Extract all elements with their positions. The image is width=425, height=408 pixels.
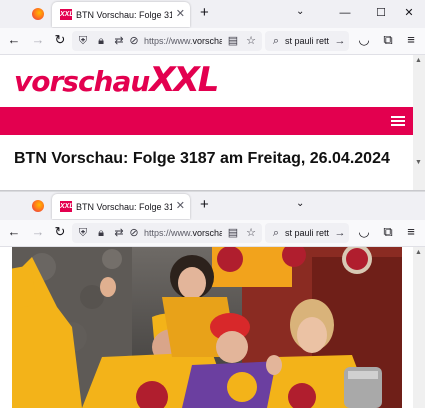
tab-bar: XXL BTN Vorschau: Folge 3187 am Fr ✕ + ⌄… [0, 0, 425, 28]
pocket-icon[interactable]: ◡ [356, 32, 372, 48]
arrow-left-icon[interactable]: ← [6, 224, 22, 240]
site-nav-bar [0, 107, 413, 135]
pocket-icon[interactable]: ◡ [356, 224, 372, 240]
scroll-down-icon[interactable]: ▼ [415, 159, 422, 167]
search-go-icon[interactable]: → [333, 225, 347, 241]
tab-title: BTN Vorschau: Folge 3187 am Fr [76, 10, 172, 20]
site-logo[interactable]: vorschauXXL [14, 60, 219, 100]
search-bar[interactable]: ⌕ st pauli rett → [265, 31, 349, 51]
search-icon: ⌕ [272, 35, 280, 47]
firefox-logo-icon[interactable] [32, 8, 44, 20]
hamburger-icon[interactable]: ≡ [403, 32, 419, 48]
tracking-blocked-icon[interactable]: ⊘ [127, 33, 141, 49]
page-title: BTN Vorschau: Folge 3187 am Freitag, 26.… [14, 150, 390, 167]
tab-title: BTN Vorschau: Folge 3187 am Fr [76, 202, 172, 212]
page-content [0, 247, 413, 408]
lock-icon[interactable]: 🔒︎ [94, 33, 108, 49]
reload-icon[interactable]: ↻ [52, 224, 68, 240]
chevron-down-icon[interactable]: ⌄ [296, 198, 304, 209]
search-input[interactable]: st pauli rett [285, 227, 335, 239]
hamburger-icon[interactable] [391, 116, 405, 127]
url-bar[interactable]: ⛨ 🔒︎ ⇄ ⊘ https://www.vorscha ▤ ☆ [72, 223, 262, 243]
scrollbar[interactable]: ▲ [413, 247, 425, 408]
permissions-icon[interactable]: ⇄ [112, 33, 126, 49]
plus-icon[interactable]: + [200, 197, 209, 213]
hamburger-icon[interactable]: ≡ [403, 224, 419, 240]
page-content: vorschauXXL BTN Vorschau: Folge 3187 am … [0, 55, 413, 190]
reader-view-icon[interactable]: ▤ [226, 225, 240, 241]
close-icon[interactable]: ✕ [176, 8, 185, 20]
search-bar[interactable]: ⌕ st pauli rett → [265, 223, 349, 243]
navigation-bar: ← → ↻ ⛨ 🔒︎ ⇄ ⊘ https://www.vorscha ▤ ☆ ⌕… [0, 220, 425, 247]
chevron-down-icon[interactable]: ⌄ [296, 6, 304, 17]
arrow-left-icon[interactable]: ← [6, 32, 22, 48]
navigation-bar: ← → ↻ ⛨ 🔒︎ ⇄ ⊘ https://www.vorscha ▤ ☆ ⌕… [0, 28, 425, 55]
minimize-icon[interactable]: — [336, 4, 354, 22]
maximize-icon[interactable]: ☐ [372, 4, 390, 22]
favicon-icon: XXL [60, 201, 74, 212]
favicon-icon: XXL [60, 9, 74, 20]
url-bar[interactable]: ⛨ 🔒︎ ⇄ ⊘ https://www.vorscha ▤ ☆ [72, 31, 262, 51]
star-icon[interactable]: ☆ [244, 33, 258, 49]
puzzle-icon[interactable]: ⧉ [380, 224, 396, 240]
search-input[interactable]: st pauli rett [285, 35, 335, 47]
arrow-right-icon[interactable]: → [30, 224, 46, 240]
scrollbar[interactable]: ▲ ▼ [413, 55, 425, 190]
scroll-up-icon[interactable]: ▲ [415, 57, 422, 65]
tab-bar: XXL BTN Vorschau: Folge 3187 am Fr ✕ + ⌄ [0, 192, 425, 220]
shield-icon[interactable]: ⛨ [76, 33, 90, 49]
browser-window-2: XXL BTN Vorschau: Folge 3187 am Fr ✕ + ⌄… [0, 192, 425, 408]
window-close-icon[interactable]: ✕ [400, 4, 418, 22]
url-text[interactable]: https://www.vorscha [144, 35, 222, 47]
shield-icon[interactable]: ⛨ [76, 225, 90, 241]
url-host: vorscha [192, 228, 222, 238]
search-go-icon[interactable]: → [333, 33, 347, 49]
firefox-logo-icon[interactable] [32, 200, 44, 212]
badge-icon [217, 247, 243, 272]
puzzle-icon[interactable]: ⧉ [380, 32, 396, 48]
close-icon[interactable]: ✕ [176, 200, 185, 212]
search-icon: ⌕ [272, 227, 280, 239]
logo-xxl: XXL [149, 60, 219, 100]
scroll-up-icon[interactable]: ▲ [415, 249, 422, 257]
arrow-right-icon[interactable]: → [30, 32, 46, 48]
tab-active[interactable]: XXL BTN Vorschau: Folge 3187 am Fr ✕ [52, 2, 190, 27]
tab-active[interactable]: XXL BTN Vorschau: Folge 3187 am Fr ✕ [52, 194, 190, 219]
url-prefix: https://www. [144, 36, 193, 46]
url-host: vorscha [192, 36, 222, 46]
lock-icon[interactable]: 🔒︎ [94, 225, 108, 241]
url-text[interactable]: https://www.vorscha [144, 227, 222, 239]
url-prefix: https://www. [144, 228, 193, 238]
browser-window-1: XXL BTN Vorschau: Folge 3187 am Fr ✕ + ⌄… [0, 0, 425, 191]
reader-view-icon[interactable]: ▤ [226, 33, 240, 49]
plus-icon[interactable]: + [200, 5, 209, 21]
tracking-blocked-icon[interactable]: ⊘ [127, 225, 141, 241]
star-icon[interactable]: ☆ [244, 225, 258, 241]
permissions-icon[interactable]: ⇄ [112, 225, 126, 241]
logo-text: vorschau [14, 65, 150, 98]
article-photo [12, 247, 402, 408]
reload-icon[interactable]: ↻ [52, 32, 68, 48]
